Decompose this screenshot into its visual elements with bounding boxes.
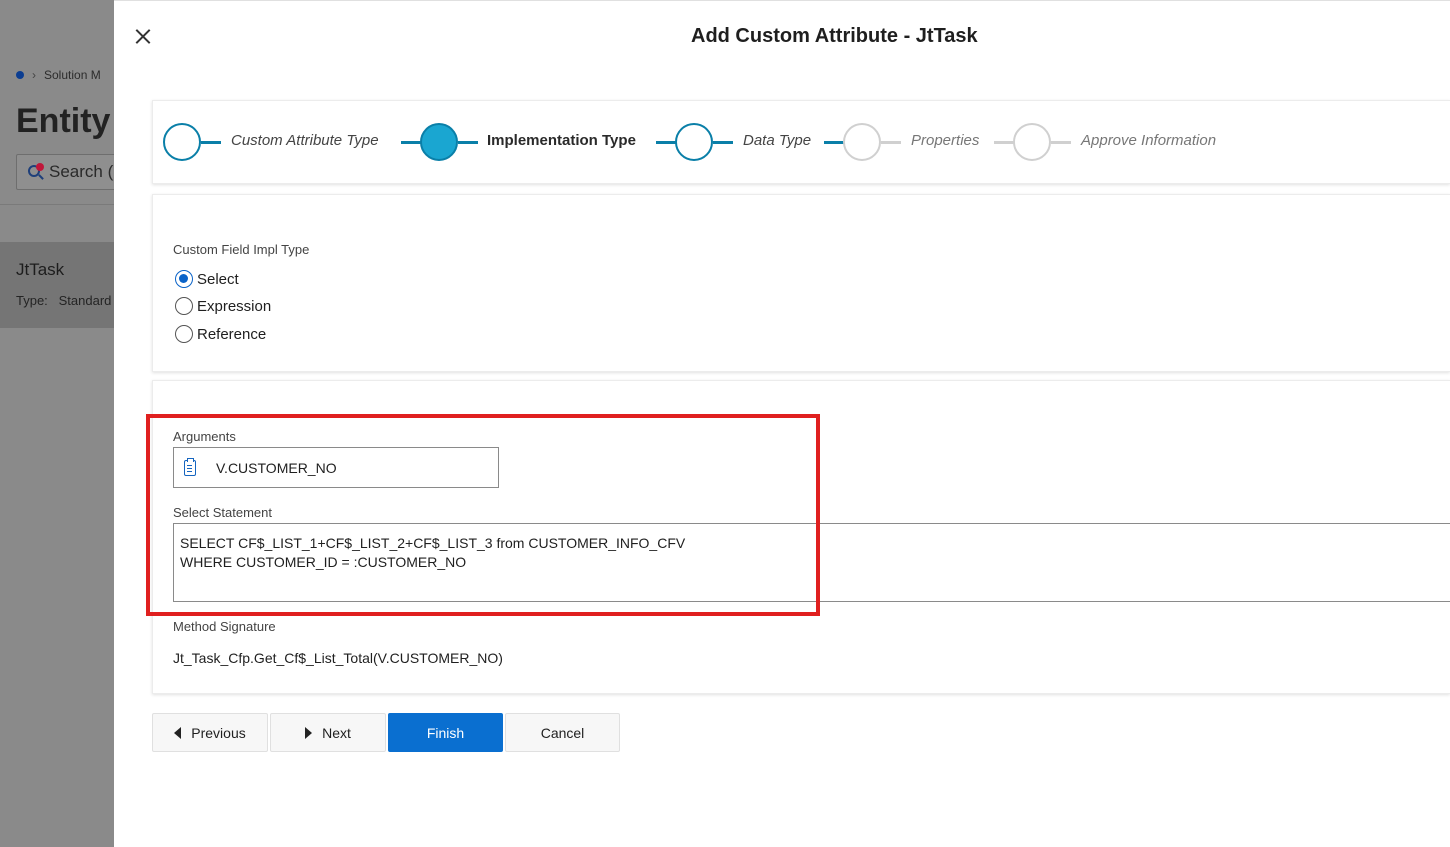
step-connector bbox=[458, 141, 478, 144]
divider bbox=[0, 204, 114, 205]
breadcrumb: › Solution M bbox=[16, 68, 101, 82]
step-data-type[interactable] bbox=[675, 123, 713, 161]
step-connector bbox=[201, 141, 221, 144]
step-label-data-type: Data Type bbox=[743, 132, 812, 149]
radio-reference-label: Reference bbox=[197, 325, 267, 343]
wizard-stepper: Custom Attribute Type Implementation Typ… bbox=[152, 100, 1450, 184]
select-statement-line-2: WHERE CUSTOMER_ID = :CUSTOMER_NO bbox=[180, 554, 467, 570]
step-label-custom-attribute-type: Custom Attribute Type bbox=[231, 132, 379, 149]
select-statement-textarea[interactable]: SELECT CF$_LIST_1+CF$_LIST_2+CF$_LIST_3 … bbox=[173, 523, 1450, 602]
previous-button[interactable]: Previous bbox=[152, 713, 268, 752]
select-statement-line-1: SELECT CF$_LIST_1+CF$_LIST_2+CF$_LIST_3 … bbox=[180, 535, 686, 551]
dialog-title: Add Custom Attribute - JtTask bbox=[691, 25, 978, 47]
breadcrumb-item[interactable]: Solution M bbox=[44, 68, 101, 82]
cancel-button[interactable]: Cancel bbox=[505, 713, 620, 752]
radio-checked-icon[interactable] bbox=[175, 270, 193, 288]
cancel-label: Cancel bbox=[540, 724, 585, 741]
step-label-approve-information: Approve Information bbox=[1081, 132, 1217, 149]
select-statement-label: Select Statement bbox=[173, 505, 272, 520]
step-custom-attribute-type[interactable] bbox=[163, 123, 201, 161]
home-dot-icon bbox=[16, 71, 24, 79]
radio-unchecked-icon[interactable] bbox=[175, 325, 193, 343]
step-connector bbox=[881, 141, 901, 144]
step-label-implementation-type: Implementation Type bbox=[487, 132, 636, 149]
step-connector bbox=[824, 141, 844, 144]
step-connector bbox=[1051, 141, 1071, 144]
method-signature-value: Jt_Task_Cfp.Get_Cf$_List_Total(V.CUSTOME… bbox=[173, 650, 503, 666]
radio-expression-label: Expression bbox=[197, 297, 272, 315]
background-page: › Solution M Entity Search ( JtTask Type… bbox=[0, 0, 114, 847]
impl-type-section: Custom Field Impl Type Select Expression… bbox=[152, 194, 1450, 372]
arguments-value: V.CUSTOMER_NO bbox=[216, 459, 337, 476]
step-circle-icon bbox=[675, 123, 713, 161]
step-connector bbox=[994, 141, 1014, 144]
arguments-label: Arguments bbox=[173, 429, 236, 444]
step-connector bbox=[401, 141, 421, 144]
entity-card-title: JtTask bbox=[16, 260, 65, 279]
method-signature-label: Method Signature bbox=[173, 619, 276, 634]
radio-select-label: Select bbox=[197, 270, 239, 288]
step-circle-future-icon bbox=[843, 123, 881, 161]
next-label: Next bbox=[322, 724, 351, 741]
entity-type-value: Standard bbox=[58, 293, 112, 308]
previous-label: Previous bbox=[191, 724, 246, 741]
add-custom-attribute-dialog: Add Custom Attribute - JtTask Custom Att… bbox=[114, 0, 1450, 847]
arguments-field[interactable]: V.CUSTOMER_NO bbox=[173, 447, 499, 488]
radio-reference[interactable]: Reference bbox=[175, 325, 266, 343]
close-icon[interactable] bbox=[132, 26, 154, 48]
finish-button[interactable]: Finish bbox=[388, 713, 503, 752]
caret-right-icon bbox=[305, 726, 313, 739]
step-circle-active-icon bbox=[420, 123, 458, 161]
step-label-properties: Properties bbox=[911, 132, 980, 149]
radio-expression[interactable]: Expression bbox=[175, 297, 271, 315]
step-implementation-type[interactable] bbox=[420, 123, 458, 161]
step-connector bbox=[713, 141, 733, 144]
step-connector bbox=[656, 141, 676, 144]
next-button[interactable]: Next bbox=[270, 713, 386, 752]
step-circle-future-icon bbox=[1013, 123, 1051, 161]
clipboard-icon[interactable] bbox=[184, 457, 196, 476]
entity-type-label: Type: bbox=[16, 293, 48, 308]
step-circle-icon bbox=[163, 123, 201, 161]
entity-card-type: Type: Standard bbox=[16, 293, 111, 308]
select-details-section: Arguments V.CUSTOMER_NO Select Statement… bbox=[152, 380, 1450, 694]
chevron-right-icon: › bbox=[32, 68, 36, 82]
impl-type-label: Custom Field Impl Type bbox=[173, 242, 310, 257]
finish-label: Finish bbox=[426, 724, 465, 741]
step-properties[interactable] bbox=[843, 123, 881, 161]
search-button[interactable]: Search ( bbox=[16, 154, 114, 190]
search-icon bbox=[27, 163, 45, 181]
search-label: Search ( bbox=[49, 162, 114, 181]
caret-left-icon bbox=[174, 726, 182, 739]
entity-card[interactable]: JtTask Type: Standard bbox=[0, 242, 114, 328]
page-title: Entity bbox=[16, 102, 111, 140]
radio-select[interactable]: Select bbox=[175, 270, 239, 288]
radio-unchecked-icon[interactable] bbox=[175, 297, 193, 315]
step-approve-information[interactable] bbox=[1013, 123, 1051, 161]
